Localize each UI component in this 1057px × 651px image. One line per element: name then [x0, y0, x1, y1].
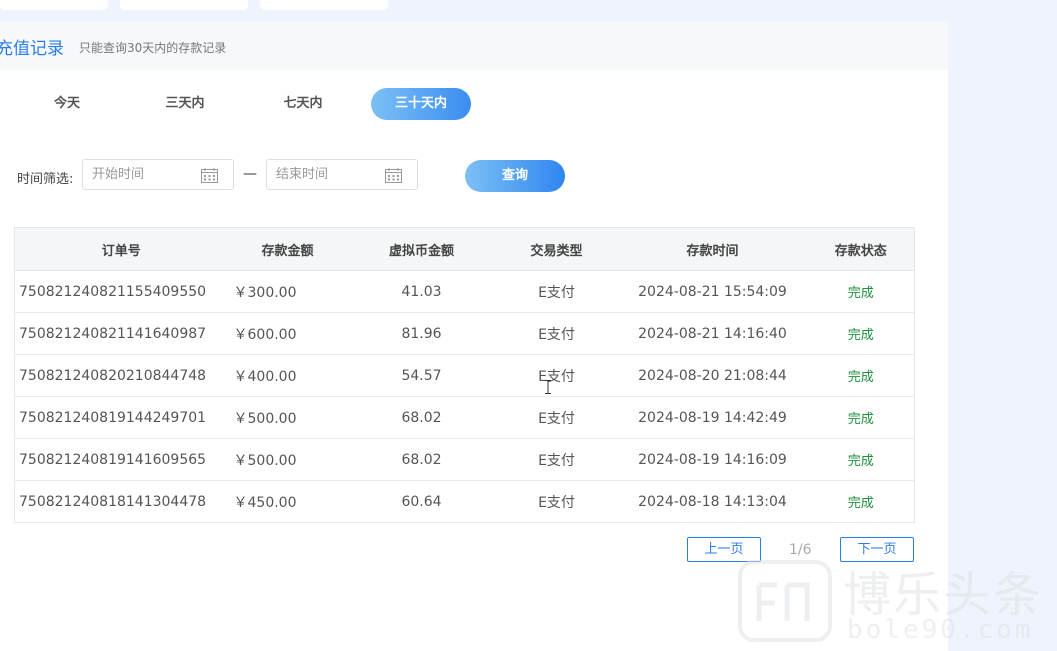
col-header-transaction-type: 交易类型 [495, 227, 618, 271]
status-badge: 完成 [807, 396, 915, 439]
col-header-order-no: 订单号 [14, 227, 228, 271]
table-row: 750821240821155409550 ￥300.00 41.03 E支付 … [14, 270, 915, 313]
table-row: 750821240818141304478 ￥450.00 60.64 E支付 … [14, 480, 915, 523]
deposit-time-cell: 2024-08-21 15:54:09 [617, 270, 808, 313]
order-no-cell: 750821240819141609565 [14, 438, 228, 481]
top-nav-tab-3[interactable] [260, 0, 388, 10]
transaction-type-cell: E支付 [495, 438, 618, 481]
crypto-amount-cell: 41.03 [347, 270, 496, 313]
query-button[interactable]: 查询 [465, 160, 565, 192]
calendar-icon[interactable] [201, 168, 218, 183]
transaction-type-cell: E支付 [495, 480, 618, 523]
transaction-type-cell: E支付 [495, 312, 618, 355]
crypto-amount-cell: 68.02 [347, 396, 496, 439]
deposit-amount-cell: ￥500.00 [227, 396, 348, 439]
deposit-amount-cell: ￥500.00 [227, 438, 348, 481]
order-no-cell: 750821240818141304478 [14, 480, 228, 523]
deposit-time-cell: 2024-08-18 14:13:04 [617, 480, 808, 523]
table-row: 750821240819141609565 ￥500.00 68.02 E支付 … [14, 438, 915, 481]
transaction-type-cell: E支付 [495, 354, 618, 397]
text-cursor-icon [545, 380, 551, 394]
date-range-separator: — [243, 166, 257, 182]
watermark-logo-icon [738, 560, 832, 642]
tab-seven-days[interactable]: 七天内 [253, 88, 353, 120]
col-header-deposit-amount: 存款金额 [227, 227, 348, 271]
tab-three-days[interactable]: 三天内 [135, 88, 235, 120]
table-row: 750821240820210844748 ￥400.00 54.57 E支付 … [14, 354, 915, 397]
crypto-amount-cell: 54.57 [347, 354, 496, 397]
page-title: 充值记录 [0, 39, 64, 59]
col-header-deposit-time: 存款时间 [617, 227, 808, 271]
watermark-url: bole90.com [847, 615, 1034, 645]
deposit-time-cell: 2024-08-21 14:16:40 [617, 312, 808, 355]
order-no-cell: 750821240821155409550 [14, 270, 228, 313]
time-filter-label: 时间筛选: [17, 172, 74, 187]
deposit-amount-cell: ￥300.00 [227, 270, 348, 313]
deposit-records-table: 订单号 存款金额 虚拟币金额 交易类型 存款时间 存款状态 7508212408… [14, 227, 915, 523]
start-date-picker[interactable] [82, 159, 234, 190]
page-subtitle: 只能查询30天内的存款记录 [79, 41, 227, 55]
top-nav-tab-1[interactable] [0, 0, 108, 10]
top-nav-tab-2[interactable] [120, 0, 248, 10]
calendar-icon[interactable] [385, 168, 402, 183]
status-badge: 完成 [807, 270, 915, 313]
transaction-type-cell: E支付 [495, 270, 618, 313]
status-badge: 完成 [807, 438, 915, 481]
status-badge: 完成 [807, 312, 915, 355]
deposit-time-cell: 2024-08-19 14:42:49 [617, 396, 808, 439]
transaction-type-cell: E支付 [495, 396, 618, 439]
deposit-time-cell: 2024-08-19 14:16:09 [617, 438, 808, 481]
deposit-amount-cell: ￥450.00 [227, 480, 348, 523]
table-row: 750821240821141640987 ￥600.00 81.96 E支付 … [14, 312, 915, 355]
deposit-time-cell: 2024-08-20 21:08:44 [617, 354, 808, 397]
order-no-cell: 750821240821141640987 [14, 312, 228, 355]
end-date-input[interactable] [276, 167, 376, 182]
status-badge: 完成 [807, 480, 915, 523]
deposit-amount-cell: ￥600.00 [227, 312, 348, 355]
order-no-cell: 750821240820210844748 [14, 354, 228, 397]
tab-today[interactable]: 今天 [17, 88, 117, 120]
table-header-row: 订单号 存款金额 虚拟币金额 交易类型 存款时间 存款状态 [14, 227, 915, 271]
deposit-amount-cell: ￥400.00 [227, 354, 348, 397]
table-row: 750821240819144249701 ￥500.00 68.02 E支付 … [14, 396, 915, 439]
crypto-amount-cell: 81.96 [347, 312, 496, 355]
end-date-picker[interactable] [266, 159, 418, 190]
panel-header: 充值记录 只能查询30天内的存款记录 [0, 21, 948, 70]
tab-thirty-days[interactable]: 三十天内 [371, 88, 471, 120]
crypto-amount-cell: 60.64 [347, 480, 496, 523]
col-header-crypto-amount: 虚拟币金额 [347, 227, 496, 271]
watermark: 博乐头条 bole90.com [735, 545, 1057, 651]
crypto-amount-cell: 68.02 [347, 438, 496, 481]
col-header-deposit-status: 存款状态 [807, 227, 915, 271]
start-date-input[interactable] [92, 167, 192, 182]
status-badge: 完成 [807, 354, 915, 397]
order-no-cell: 750821240819144249701 [14, 396, 228, 439]
